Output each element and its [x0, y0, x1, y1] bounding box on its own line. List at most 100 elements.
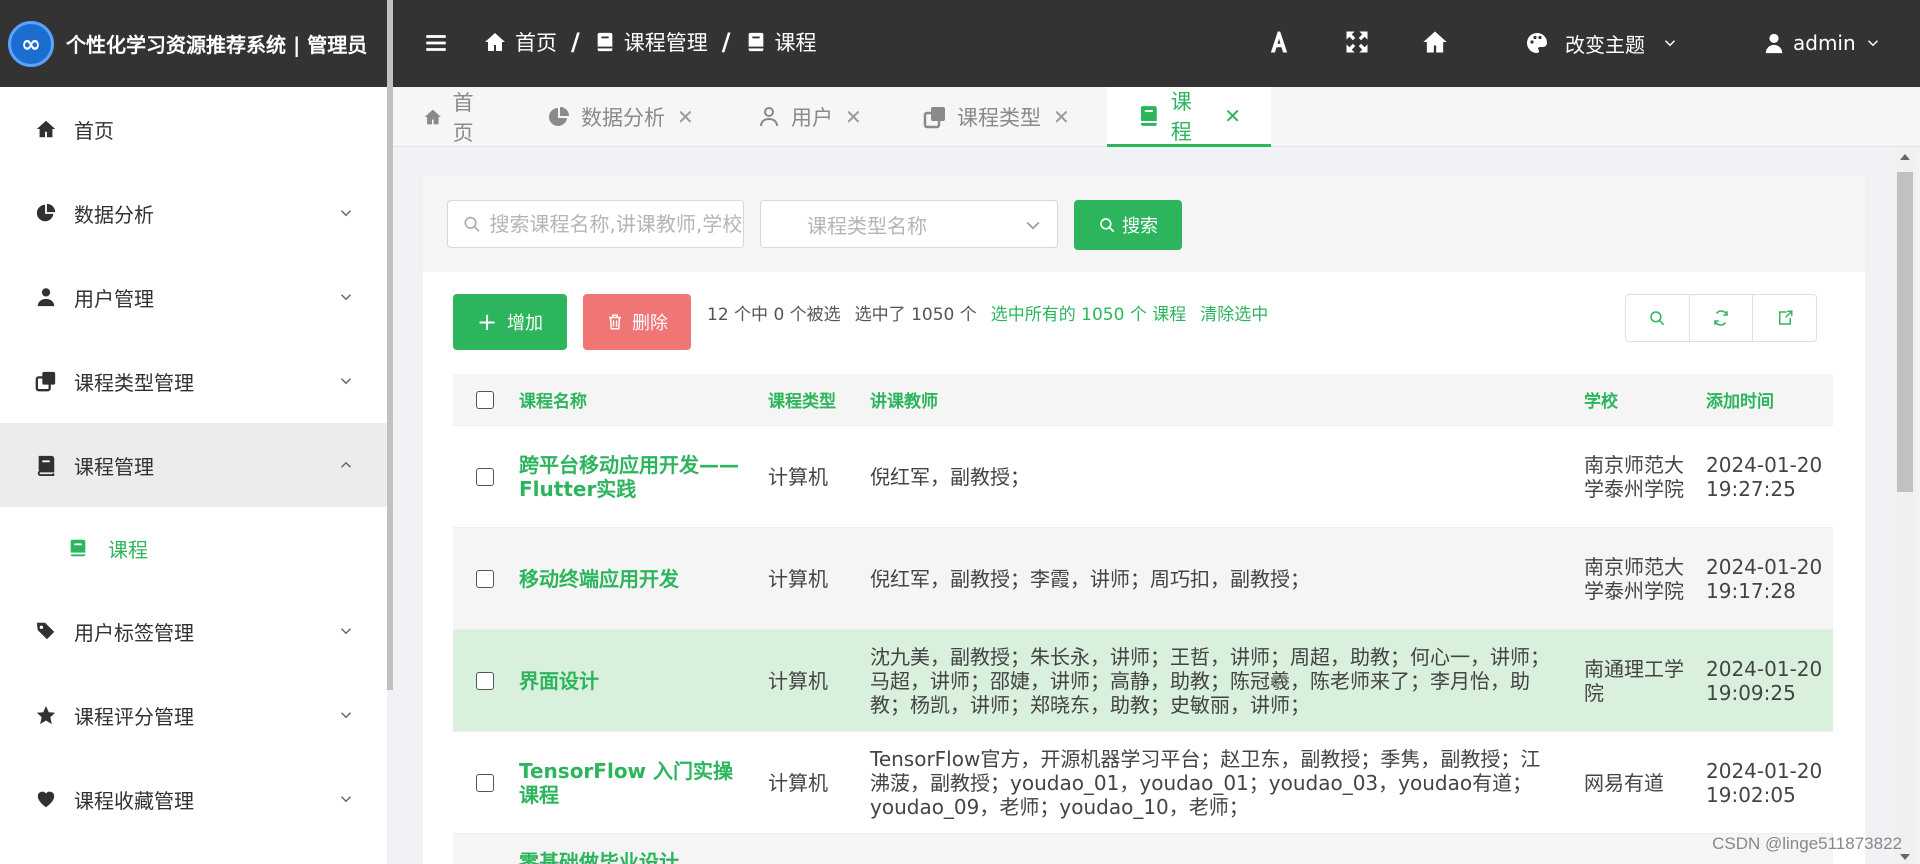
- sidebar-item-courses[interactable]: 课程管理: [0, 423, 387, 507]
- close-icon[interactable]: ✕: [677, 105, 694, 129]
- home-icon: [424, 109, 442, 125]
- clear-selection-link[interactable]: 清除选中: [1200, 300, 1268, 325]
- sidebar-item-users[interactable]: 用户管理: [0, 255, 387, 339]
- tab-label: 用户: [791, 106, 833, 130]
- course-added-time: 2024-01-20 19:02:05: [1706, 758, 1823, 807]
- pie-chart-icon: [549, 107, 569, 126]
- user-menu[interactable]: admin: [1763, 0, 1882, 86]
- app-logo-icon: ∞: [8, 20, 54, 67]
- column-header-name[interactable]: 课程名称: [517, 387, 768, 412]
- export-button[interactable]: [1753, 295, 1816, 341]
- sidebar-item-home[interactable]: 首页: [0, 87, 387, 171]
- course-name-link[interactable]: TensorFlow 入门实操课程: [517, 759, 768, 807]
- table-row[interactable]: 移动终端应用开发 计算机 倪红军，副教授；李霞，讲师；周巧扣，副教授； 南京师范…: [453, 528, 1833, 630]
- refresh-icon: [1714, 310, 1728, 326]
- close-icon[interactable]: ✕: [1053, 105, 1070, 129]
- menu-toggle-icon[interactable]: [423, 30, 449, 56]
- column-header-time[interactable]: 添加时间: [1706, 387, 1833, 412]
- breadcrumb-separator: /: [571, 28, 580, 56]
- sidebar-item-course-favorites[interactable]: 课程收藏管理: [0, 757, 387, 841]
- user-icon: [760, 107, 778, 127]
- sidebar-subitem-course[interactable]: 课程: [0, 507, 387, 589]
- breadcrumb: 首页 / 课程管理 / 课程: [483, 0, 817, 84]
- row-checkbox[interactable]: [476, 773, 494, 792]
- sidebar-item-label: 课程评分管理: [74, 704, 194, 729]
- table-toolbar: + 增加 删除 12 个中 0 个被选 选中了 1050 个 选中所有的 105…: [453, 294, 1833, 352]
- delete-button-label: 删除: [632, 313, 668, 334]
- selection-info: 12 个中 0 个被选 选中了 1050 个 选中所有的 1050 个 课程 清…: [707, 294, 1268, 330]
- main-scrollbar[interactable]: [1895, 150, 1915, 864]
- table-row[interactable]: 跨平台移动应用开发——Flutter实践 计算机 倪红军，副教授； 南京师范大学…: [453, 426, 1833, 528]
- course-name-link[interactable]: 界面设计: [517, 669, 768, 693]
- add-button[interactable]: + 增加: [453, 294, 567, 350]
- chevron-up-icon: [340, 461, 352, 468]
- export-icon: [1778, 310, 1793, 325]
- home-icon: [34, 117, 58, 141]
- home-icon[interactable]: [1421, 28, 1449, 56]
- course-added-time: 2024-01-20 19:09:25: [1706, 656, 1823, 705]
- sidebar-item-course-ratings[interactable]: 课程评分管理: [0, 673, 387, 757]
- search-icon: [1650, 311, 1665, 326]
- course-table: 课程名称 课程类型 讲课教师 学校 添加时间 跨平台移动应用开发——Flutte…: [453, 374, 1833, 864]
- column-header-teacher[interactable]: 讲课教师: [870, 387, 1584, 412]
- course-school: 南京师范大学泰州学院: [1584, 452, 1684, 501]
- course-type-select[interactable]: 课程类型名称: [760, 200, 1058, 248]
- tab-home[interactable]: 首页: [393, 87, 517, 147]
- course-name-link[interactable]: 移动终端应用开发: [517, 567, 768, 591]
- search-button[interactable]: 搜索: [1074, 200, 1182, 250]
- theme-switcher[interactable]: 改变主题: [1525, 0, 1679, 86]
- course-name-link[interactable]: 跨平台移动应用开发——Flutter实践: [517, 453, 768, 501]
- column-header-school[interactable]: 学校: [1584, 387, 1706, 412]
- breadcrumb-course[interactable]: 课程: [745, 27, 817, 57]
- row-checkbox[interactable]: [476, 467, 494, 486]
- tab-label: 首页: [452, 91, 474, 145]
- select-all-cell: [453, 390, 517, 409]
- table-tools: [1625, 294, 1817, 342]
- scroll-thumb[interactable]: [1897, 172, 1913, 492]
- chevron-down-icon: [340, 628, 352, 635]
- table-row[interactable]: TensorFlow 入门实操课程 计算机 TensorFlow官方，开源机器学…: [453, 732, 1833, 834]
- tags-icon: [34, 619, 58, 643]
- course-added-time: 2024-01-20 19:27:25: [1706, 452, 1823, 501]
- add-button-label: 增加: [507, 313, 544, 334]
- tab-analytics[interactable]: 数据分析 ✕: [517, 87, 727, 147]
- app-title: 个性化学习资源推荐系统 | 管理员: [66, 33, 368, 57]
- search-field[interactable]: [447, 200, 744, 248]
- search-input[interactable]: [489, 212, 743, 236]
- fullscreen-icon[interactable]: [1343, 28, 1371, 56]
- delete-button[interactable]: 删除: [583, 294, 691, 350]
- chevron-down-icon: [340, 796, 352, 803]
- tab-bar: 首页 数据分析 ✕ 用户 ✕ 课程类型 ✕ 课程 ✕: [393, 87, 1920, 147]
- close-icon[interactable]: ✕: [845, 105, 862, 129]
- tab-course[interactable]: 课程 ✕: [1107, 87, 1271, 147]
- user-icon: [34, 285, 58, 309]
- tab-course-types[interactable]: 课程类型 ✕: [893, 87, 1107, 147]
- breadcrumb-home[interactable]: 首页: [483, 27, 557, 57]
- sidebar-item-user-tags[interactable]: 用户标签管理: [0, 589, 387, 673]
- font-size-icon[interactable]: [1265, 28, 1293, 56]
- table-row[interactable]: 零基础做毕业设计: [453, 834, 1833, 864]
- row-checkbox[interactable]: [476, 569, 494, 588]
- clone-icon: [34, 369, 58, 393]
- scroll-down-icon[interactable]: [1900, 854, 1910, 860]
- chevron-down-icon: [1664, 40, 1676, 47]
- select-all-checkbox[interactable]: [476, 390, 494, 409]
- select-all-link[interactable]: 选中所有的 1050 个 课程: [991, 300, 1186, 325]
- table-row[interactable]: 界面设计 计算机 沈九美，副教授；朱长永，讲师；王哲，讲师；周超，助教；何心一，…: [453, 630, 1833, 732]
- refresh-button[interactable]: [1690, 295, 1754, 341]
- heart-icon: [34, 787, 58, 811]
- row-check-cell: [453, 773, 517, 792]
- row-checkbox[interactable]: [476, 671, 494, 690]
- toggle-search-button[interactable]: [1626, 295, 1690, 341]
- sidebar-item-course-types[interactable]: 课程类型管理: [0, 339, 387, 423]
- breadcrumb-course-management[interactable]: 课程管理: [594, 27, 708, 57]
- tab-label: 课程类型: [957, 106, 1041, 130]
- close-icon[interactable]: ✕: [1224, 104, 1241, 128]
- course-name-link[interactable]: 零基础做毕业设计: [517, 834, 768, 864]
- column-header-type[interactable]: 课程类型: [768, 387, 870, 412]
- sidebar-item-analytics[interactable]: 数据分析: [0, 171, 387, 255]
- book-icon: [748, 32, 763, 52]
- chevron-down-icon: [340, 378, 352, 385]
- tab-users[interactable]: 用户 ✕: [727, 87, 893, 147]
- scroll-up-icon[interactable]: [1900, 154, 1910, 160]
